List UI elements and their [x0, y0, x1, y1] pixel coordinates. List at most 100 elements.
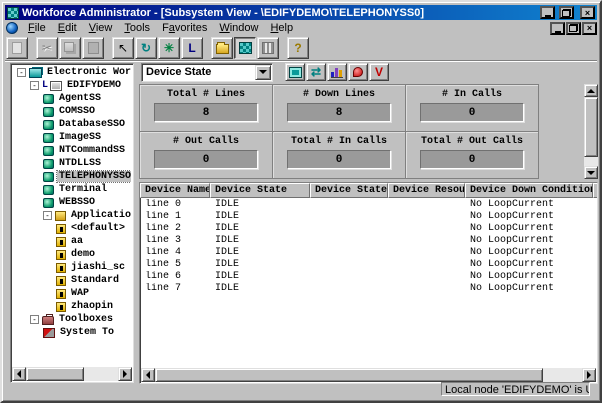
scrollbar-track[interactable] — [84, 367, 118, 381]
minimize-button[interactable] — [540, 6, 555, 19]
table-row[interactable]: line 0IDLENo LoopCurrent — [140, 198, 597, 210]
child-window-icon[interactable] — [6, 22, 18, 34]
stats-vertical-scrollbar[interactable] — [584, 84, 598, 179]
subsystem-star-button[interactable]: ✳ — [158, 37, 180, 59]
column-header-device-down-condition[interactable]: Device Down Condition — [465, 183, 593, 198]
tree-item-ntdllss[interactable]: NTDLLSS — [13, 157, 131, 170]
tree-item-databasesso[interactable]: DatabaseSSO — [13, 118, 131, 131]
tree-item-label: EDIFYDEMO — [65, 80, 123, 91]
expander-icon[interactable]: - — [30, 315, 39, 324]
subsystem-icon — [43, 146, 54, 156]
table-row[interactable]: line 7IDLENo LoopCurrent — [140, 282, 597, 294]
view-mode-value: Device State — [142, 66, 255, 78]
child-minimize-button[interactable] — [550, 22, 565, 35]
menu-view[interactable]: View — [83, 21, 119, 35]
tree-item-label: Toolboxes — [57, 314, 115, 325]
close-button[interactable]: × — [580, 6, 595, 19]
scroll-right-button[interactable] — [118, 367, 132, 381]
logic-l-button[interactable]: L — [181, 37, 203, 59]
scrollbar-thumb[interactable] — [26, 367, 84, 381]
tree-item-standard[interactable]: Standard — [13, 274, 131, 287]
menu-file[interactable]: File — [22, 21, 52, 35]
minimize-icon — [545, 15, 551, 17]
restore-button[interactable] — [559, 6, 574, 19]
subsystem-tree-panel: -Electronic Workfor-LEDIFYDEMOAgentSSCOM… — [10, 63, 134, 383]
tree-item-agentss[interactable]: AgentSS — [13, 92, 131, 105]
tree-item-label: AgentSS — [57, 93, 103, 104]
tree-item-jiashi-sc[interactable]: jiashi_sc — [13, 261, 131, 274]
menu-edit[interactable]: Edit — [52, 21, 83, 35]
child-close-button[interactable]: × — [582, 22, 597, 35]
pointer-select-button[interactable]: ↖ — [112, 37, 134, 59]
tree-item-system-to[interactable]: System To — [13, 326, 131, 339]
table-row[interactable]: line 6IDLENo LoopCurrent — [140, 270, 597, 282]
tree-item-terminal[interactable]: Terminal — [13, 183, 131, 196]
scrollbar-track[interactable] — [584, 157, 598, 166]
view-mode-select[interactable]: Device State — [141, 63, 273, 82]
tree-item-label: System To — [58, 327, 116, 338]
scroll-up-button[interactable] — [584, 84, 598, 97]
app-window: Workforce Administrator - [Subsystem Vie… — [0, 0, 602, 403]
tree-item-label: zhaopin — [69, 301, 115, 312]
stat-label: Total # In Calls — [291, 136, 387, 147]
app-icon — [56, 263, 66, 273]
column-header-device-resou[interactable]: Device Resou... — [388, 183, 465, 198]
tree-item-label: WAP — [69, 288, 91, 299]
tree-item-wap[interactable]: WAP — [13, 287, 131, 300]
expander-icon[interactable]: - — [17, 68, 26, 77]
monitor-view-button[interactable] — [285, 63, 305, 81]
tree-item-application[interactable]: -Application — [13, 209, 131, 222]
menu-favorites[interactable]: Favorites — [156, 21, 213, 35]
scroll-left-button[interactable] — [12, 367, 26, 381]
node-icon — [50, 81, 62, 91]
tree-item-electronic-workfor[interactable]: - Electronic Workfor — [13, 66, 131, 79]
tree-horizontal-scrollbar[interactable] — [12, 367, 132, 381]
tree-item-default[interactable]: <default> — [13, 222, 131, 235]
child-restore-button[interactable] — [566, 22, 581, 35]
tree-item-aa[interactable]: aa — [13, 235, 131, 248]
scroll-down-button[interactable] — [584, 166, 598, 179]
expander-icon[interactable]: - — [43, 211, 52, 220]
alarm-view-button[interactable] — [348, 63, 368, 81]
validate-v-button[interactable]: V — [369, 63, 389, 81]
refresh-view-button[interactable]: ⇄ — [306, 63, 326, 81]
table-row[interactable]: line 2IDLENo LoopCurrent — [140, 222, 597, 234]
column-header-device-name[interactable]: Device Name — [140, 183, 210, 198]
paste-button — [82, 37, 104, 59]
tree-item-ntcommandss[interactable]: NTCommandSS — [13, 144, 131, 157]
tree-item-zhaopin[interactable]: zhaopin — [13, 300, 131, 313]
tree-item-imagess[interactable]: ImageSS — [13, 131, 131, 144]
tree-item-edifydemo[interactable]: -LEDIFYDEMO — [13, 79, 131, 92]
workforce-grid-button[interactable] — [234, 37, 256, 59]
tree-item-label: Electronic Workfor — [45, 67, 131, 78]
tree-item-websso[interactable]: WEBSSO — [13, 196, 131, 209]
column-header-device-state-a[interactable]: Device State A... — [310, 183, 388, 198]
expander-icon[interactable]: - — [30, 81, 39, 90]
tree-item-comsso[interactable]: COMSSO — [13, 105, 131, 118]
menu-help[interactable]: Help — [264, 21, 299, 35]
menu-tools[interactable]: Tools — [118, 21, 156, 35]
stat-value-display: 0 — [420, 103, 524, 122]
stat-label: # Out Calls — [173, 136, 239, 147]
combo-dropdown-button[interactable] — [255, 65, 271, 80]
table-row[interactable]: line 4IDLENo LoopCurrent — [140, 246, 597, 258]
tree-item-telephonysso[interactable]: TELEPHONYSSO — [13, 170, 131, 183]
tree-item-demo[interactable]: demo — [13, 248, 131, 261]
table-cell: No LoopCurrent — [465, 223, 593, 234]
table-row[interactable]: line 3IDLENo LoopCurrent — [140, 234, 597, 246]
columns-view-button[interactable] — [257, 37, 279, 59]
app-icon — [56, 250, 66, 260]
help-button[interactable]: ? — [287, 37, 309, 59]
refresh-button[interactable]: ↻ — [135, 37, 157, 59]
title-bar[interactable]: Workforce Administrator - [Subsystem Vie… — [5, 5, 597, 20]
scrollbar-thumb[interactable] — [584, 97, 598, 157]
table-row[interactable]: line 5IDLENo LoopCurrent — [140, 258, 597, 270]
menu-window[interactable]: Window — [213, 21, 264, 35]
open-folder-button[interactable] — [211, 37, 233, 59]
monitor-view-icon — [289, 67, 302, 78]
column-header-device-state[interactable]: Device State — [210, 183, 310, 198]
alarm-view-icon — [353, 67, 363, 77]
chart-view-button[interactable] — [327, 63, 347, 81]
table-row[interactable]: line 1IDLENo LoopCurrent — [140, 210, 597, 222]
tree-item-toolboxes[interactable]: - Toolboxes — [13, 313, 131, 326]
